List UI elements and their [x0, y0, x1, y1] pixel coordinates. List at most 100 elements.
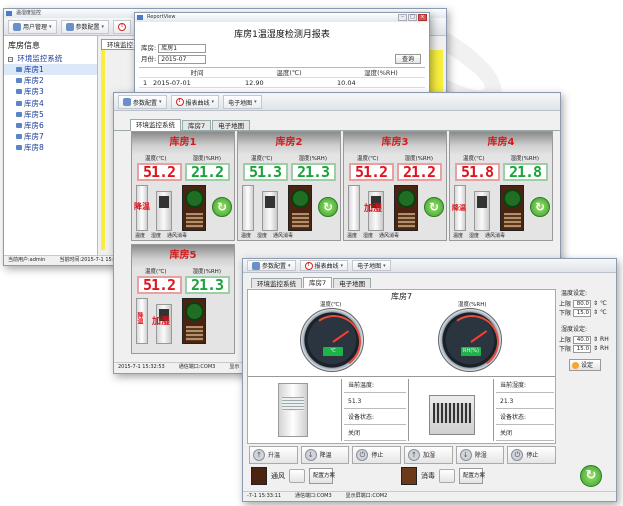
- tab-room7[interactable]: 库房7: [182, 120, 212, 130]
- params-button[interactable]: 参数配置 ▾: [118, 95, 167, 109]
- report-curve-button[interactable]: ! 报表曲线 ▾: [299, 260, 349, 271]
- tree-item-room4[interactable]: 库房4: [4, 98, 97, 109]
- minimize-button[interactable]: –: [398, 14, 407, 21]
- room-card[interactable]: 库房1 温度(℃) 湿度(%RH) 51.2 21.2 ↻ 降温 温度 湿度 通风消毒: [131, 131, 235, 241]
- gauge-needle: [332, 330, 350, 343]
- user-mgmt-button[interactable]: 用户管理 ▾: [8, 19, 57, 34]
- cur-temp-label: 当前温度:: [344, 379, 406, 393]
- refresh-icon[interactable]: ↻: [212, 197, 232, 217]
- tree-item-room2[interactable]: 库房2: [4, 75, 97, 86]
- dehumidify-button[interactable]: ↓ 除湿: [455, 445, 505, 464]
- tab-map[interactable]: 电子地图: [212, 120, 251, 130]
- temp-lower-input[interactable]: 15.0: [573, 308, 592, 317]
- caption-vent: 通风消毒: [379, 233, 400, 239]
- hum-lower-input[interactable]: 15.0: [573, 344, 592, 353]
- control-row: ↑ 升温 ↓ 降温 ⏻ 停止 ↑ 加湿 ↓ 除湿 ⏻ 停止: [247, 443, 557, 465]
- refresh-icon[interactable]: ↻: [580, 465, 602, 487]
- tree-item-room3[interactable]: 库房3: [4, 86, 97, 97]
- tree-item-label: 库房6: [24, 120, 44, 130]
- month-select[interactable]: 2015-07: [158, 54, 207, 64]
- report-curve-label: 报表曲线: [185, 99, 210, 107]
- refresh-icon[interactable]: ↻: [318, 197, 338, 217]
- disinfect-power-button[interactable]: [439, 469, 455, 483]
- maximize-button[interactable]: □: [408, 14, 417, 21]
- vent-config-button[interactable]: 配置方案: [309, 468, 335, 484]
- room-card[interactable]: 库房5 温度(℃) 湿度(%RH) 51.2 21.3 降温 加湿: [131, 244, 235, 354]
- room-card[interactable]: 库房4 温度(℃) 湿度(%RH) 51.8 21.8 ↻ 降温 温度 湿度 通风消毒: [449, 131, 553, 241]
- tree-item-room6[interactable]: 库房6: [4, 120, 97, 131]
- tree-root[interactable]: − 环境监控系统: [4, 53, 97, 64]
- alert-button[interactable]: !: [113, 19, 132, 34]
- collapse-icon[interactable]: −: [8, 57, 13, 62]
- unit-label: ℃: [600, 300, 607, 307]
- close-button[interactable]: ×: [418, 14, 427, 21]
- stop-hum-button[interactable]: ⏻ 停止: [507, 445, 557, 464]
- refresh-icon[interactable]: ↻: [424, 197, 444, 217]
- tab-room7[interactable]: 库房7: [303, 277, 333, 288]
- map-button[interactable]: 电子地图 ▾: [223, 95, 262, 109]
- status-port: 通信端口:COM3: [295, 493, 332, 499]
- chevron-down-icon: ▾: [49, 23, 52, 30]
- tree-item-room5[interactable]: 库房5: [4, 109, 97, 120]
- stop-temp-button[interactable]: ⏻ 停止: [352, 445, 402, 464]
- table-row[interactable]: 1 2015-07-01 12.90 10.04: [139, 78, 425, 88]
- room-icon: [16, 134, 22, 140]
- spinner-icon[interactable]: ⇕: [593, 300, 598, 307]
- tree-item-room1[interactable]: 库房1: [4, 64, 97, 76]
- disinfect-config-label: 配置方案: [463, 472, 486, 479]
- report-table: 时间 温度(℃) 湿度(%RH) 1 2015-07-01 12.90 10.0…: [139, 67, 425, 88]
- room-card[interactable]: 库房2 温度(℃) 湿度(%RH) 51.3 21.3 ↻ 温度 湿度 通风消毒: [237, 131, 341, 241]
- tree-item-room8[interactable]: 库房8: [4, 142, 97, 153]
- hum-settings-title: 湿度设定:: [561, 326, 588, 333]
- dehumidifier-icon: [474, 191, 490, 231]
- arrow-up-icon: ↑: [253, 448, 265, 461]
- cool-down-button[interactable]: ↓ 降温: [300, 445, 350, 464]
- spinner-icon[interactable]: ⇕: [593, 345, 598, 352]
- temp-label: 温度(℃): [145, 156, 167, 162]
- apply-settings-button[interactable]: 设定: [569, 359, 601, 371]
- map-button[interactable]: 电子地图 ▾: [352, 260, 391, 271]
- query-button[interactable]: 查询: [395, 54, 421, 64]
- status-panel: [101, 50, 105, 250]
- caption-temp: 温度: [241, 233, 252, 239]
- caption-hum: 湿度: [363, 233, 374, 239]
- refresh-icon[interactable]: ↻: [530, 197, 550, 217]
- lower-label: 下限: [559, 346, 572, 353]
- tab-env-monitor[interactable]: 环境监控系统: [130, 119, 181, 131]
- warning-label: 降温: [136, 312, 143, 324]
- spinner-icon[interactable]: ⇕: [593, 309, 598, 316]
- humidify-button[interactable]: ↑ 加湿: [404, 445, 453, 464]
- spinner-icon[interactable]: ⇕: [593, 336, 598, 343]
- tab-map[interactable]: 电子地图: [333, 278, 372, 288]
- hum-upper-input[interactable]: 40.0: [573, 335, 592, 344]
- upper-label: 上限: [559, 337, 572, 344]
- warning-label: 降温: [452, 204, 466, 212]
- disinfect-config-button[interactable]: 配置方案: [459, 468, 486, 484]
- heat-up-button[interactable]: ↑ 升温: [249, 445, 298, 464]
- temp-upper-input[interactable]: 80.0: [573, 299, 592, 308]
- vent-fan-icon: [288, 185, 312, 231]
- room-icon: [16, 145, 22, 151]
- tree-item-room7[interactable]: 库房7: [4, 131, 97, 142]
- overview-tabs: 环境监控系统 库房7 电子地图: [114, 119, 560, 131]
- params-button[interactable]: 参数配置 ▾: [60, 19, 110, 34]
- report-curve-label: 报表曲线: [314, 263, 339, 270]
- params-button[interactable]: 参数配置 ▾: [247, 260, 296, 271]
- warehouse-select[interactable]: 库房1: [158, 43, 207, 53]
- vent-power-button[interactable]: [289, 469, 305, 483]
- room-name: 库房3: [344, 132, 446, 155]
- dehumidifier-icon: [262, 191, 278, 231]
- cur-hum-value: 21.3: [496, 395, 554, 409]
- power-icon: ⏻: [356, 448, 369, 461]
- params-label: 参数配置: [75, 24, 100, 31]
- temp-gauge-label: 温度(℃): [320, 302, 342, 308]
- tab-env-monitor[interactable]: 环境监控系统: [251, 278, 302, 288]
- status-extra: 显示: [229, 364, 240, 370]
- air-conditioner-icon: [348, 185, 360, 231]
- report-curve-button[interactable]: ! 报表曲线 ▾: [170, 95, 220, 109]
- dehumidify-label: 除湿: [474, 452, 487, 459]
- hum-label: 湿度(%RH): [298, 156, 327, 162]
- room-card[interactable]: 库房3 温度(℃) 湿度(%RH) 51.2 21.2 ↻ 加湿 温度 湿度 通风消毒: [343, 131, 447, 241]
- tree-item-label: 库房1: [24, 65, 44, 74]
- gauge-needle: [470, 330, 488, 343]
